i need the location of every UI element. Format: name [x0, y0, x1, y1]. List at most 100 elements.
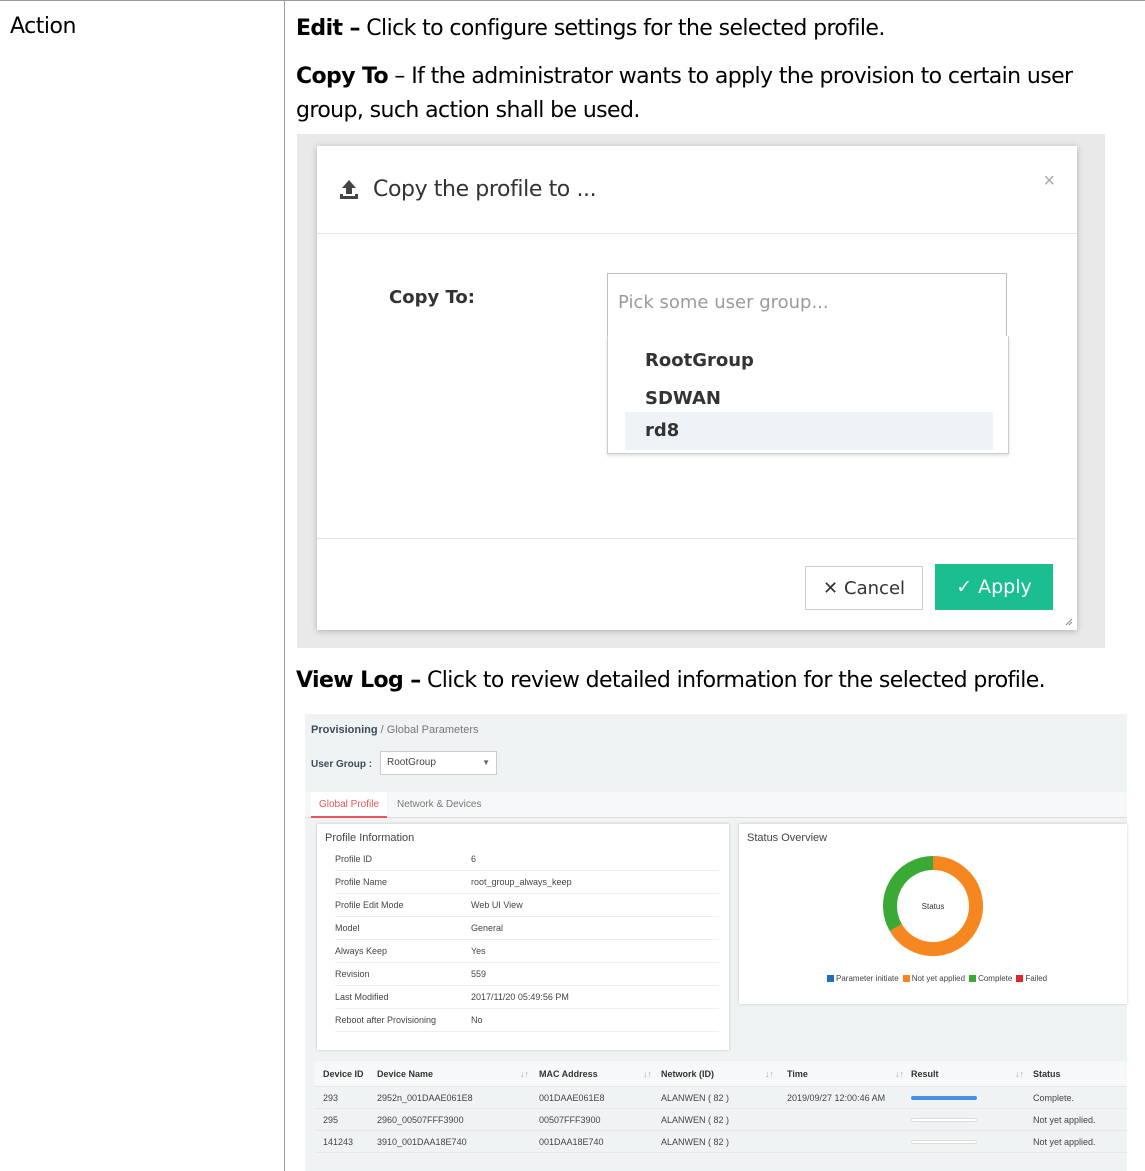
edit-text: Click to configure settings for the sele…	[359, 16, 885, 41]
col-status[interactable]: Status	[1033, 1061, 1061, 1087]
col-device-id[interactable]: Device ID	[323, 1061, 364, 1087]
info-row: Revision 559	[335, 963, 719, 986]
breadcrumb-root[interactable]: Provisioning	[311, 724, 378, 736]
copy-to-description: Copy To – If the administrator wants to …	[296, 60, 1126, 128]
row-header-action: Action	[10, 14, 76, 39]
cell-time: 2019/09/27 12:00:46 AM	[787, 1093, 886, 1103]
user-group-label: User Group :	[311, 759, 373, 770]
info-key: Model	[335, 923, 360, 933]
info-row: Model General	[335, 917, 719, 940]
user-group-picker[interactable]	[607, 273, 1007, 337]
result-progress-bar	[911, 1140, 977, 1144]
table-column-divider	[284, 1, 285, 1171]
view-log-screenshot: Provisioning / Global Parameters User Gr…	[305, 714, 1127, 1171]
legend-label: Complete	[978, 974, 1013, 983]
tab-global-profile[interactable]: Global Profile	[311, 792, 388, 818]
legend-swatch	[827, 975, 834, 983]
table-top-border	[0, 0, 1145, 1]
legend-label: Parameter initiate	[836, 974, 899, 983]
col-mac-address[interactable]: MAC Address	[539, 1061, 598, 1087]
legend-item: Failed	[1016, 974, 1047, 983]
table-row[interactable]: 293 2952n_001DAAE061E8 001DAAE061E8 ALAN…	[315, 1087, 1127, 1109]
sort-icon[interactable]: ↓↑	[765, 1061, 774, 1087]
apply-label: Apply	[978, 576, 1032, 598]
info-value: No	[471, 1015, 483, 1025]
col-device-name[interactable]: Device Name	[377, 1061, 433, 1087]
edit-description: Edit – Click to configure settings for t…	[296, 12, 1126, 46]
col-result[interactable]: Result	[911, 1061, 939, 1087]
dialog-title: Copy the profile to ...	[373, 177, 597, 202]
view-log-description: View Log – Click to review detailed info…	[296, 664, 1126, 698]
chevron-down-icon: ▼	[482, 758, 490, 767]
edit-term: Edit –	[296, 16, 361, 41]
copy-to-term: Copy To	[296, 64, 389, 89]
breadcrumb: Provisioning / Global Parameters	[311, 724, 479, 736]
copy-dialog-screenshot: Copy the profile to ... × Copy To: RootG…	[297, 134, 1105, 648]
info-value: 6	[471, 854, 477, 864]
dialog-header: Copy the profile to ... ×	[317, 146, 1077, 234]
view-log-term: View Log –	[296, 668, 421, 693]
close-icon[interactable]: ×	[1043, 170, 1055, 193]
user-group-search-input[interactable]	[618, 292, 988, 313]
cell-network: ALANWEN ( 82 )	[661, 1137, 730, 1147]
user-group-select[interactable]: RootGroup ▼	[380, 751, 497, 775]
info-value: root_group_always_keep	[471, 877, 572, 887]
table-row[interactable]: 295 2960_00507FFF3900 00507FFF3900 ALANW…	[315, 1109, 1127, 1131]
breadcrumb-page: Global Parameters	[386, 724, 479, 736]
cell-device-name: 2960_00507FFF3900	[377, 1115, 464, 1125]
legend-swatch	[1016, 975, 1024, 983]
info-value: 559	[471, 969, 487, 979]
cell-network: ALANWEN ( 82 )	[661, 1093, 730, 1103]
view-log-text: Click to review detailed information for…	[420, 668, 1046, 693]
cell-status: Complete.	[1033, 1093, 1075, 1103]
dialog-footer-divider	[317, 538, 1077, 539]
info-key: Profile Name	[335, 877, 388, 887]
cell-mac: 001DAAE061E8	[539, 1093, 605, 1103]
table-row[interactable]: 141243 3910_001DAA18E740 001DAA18E740 AL…	[315, 1131, 1127, 1153]
legend-swatch	[969, 975, 977, 983]
resize-grip-icon[interactable]	[1063, 616, 1073, 626]
cell-network: ALANWEN ( 82 )	[661, 1115, 730, 1125]
sort-icon[interactable]: ↓↑	[895, 1061, 904, 1087]
info-row: Reboot after Provisioning No	[335, 1009, 719, 1032]
legend-item: Complete	[969, 974, 1012, 983]
sort-icon[interactable]: ↓↑	[520, 1061, 529, 1087]
document-table: Action Edit – Click to configure setting…	[0, 0, 1145, 1171]
apply-button[interactable]: ✓ Apply	[935, 564, 1053, 610]
tab-network-devices[interactable]: Network & Devices	[389, 792, 489, 818]
legend-item: Parameter initiate	[827, 974, 899, 983]
profile-information-panel: Profile Information Profile ID 6 Profile …	[317, 824, 729, 1050]
info-value: Yes	[471, 946, 486, 956]
copy-profile-dialog: Copy the profile to ... × Copy To: RootG…	[317, 146, 1077, 630]
option-rootgroup[interactable]: RootGroup	[625, 342, 993, 380]
breadcrumb-separator: /	[377, 724, 387, 736]
info-row: Always Keep Yes	[335, 940, 719, 963]
cell-status: Not yet applied.	[1033, 1137, 1096, 1147]
profile-tabs: Global Profile Network & Devices	[305, 792, 1127, 818]
copy-to-text: – If the administrator wants to apply th…	[296, 64, 1073, 123]
sort-icon[interactable]: ↓↑	[643, 1061, 652, 1087]
result-progress-bar	[911, 1096, 977, 1100]
sort-icon[interactable]: ↓↑	[1015, 1061, 1024, 1087]
info-row: Profile Name root_group_always_keep	[335, 871, 719, 894]
info-row: Last Modified 2017/11/20 05:49:56 PM	[335, 986, 719, 1009]
info-value: Web UI View	[471, 900, 523, 910]
cell-device-id: 295	[323, 1115, 339, 1125]
info-key: Last Modified	[335, 992, 389, 1002]
close-icon: ✕	[822, 577, 839, 599]
info-key: Reboot after Provisioning	[335, 1015, 437, 1025]
cell-status: Not yet applied.	[1033, 1115, 1096, 1125]
status-overview-panel: Status Overview Status Parameter initiat…	[739, 824, 1127, 1004]
col-network[interactable]: Network (ID)	[661, 1061, 714, 1087]
info-key: Profile Edit Mode	[335, 900, 404, 910]
status-donut-chart: Status	[883, 856, 983, 956]
option-rd8[interactable]: rd8	[625, 412, 993, 450]
cell-device-name: 3910_001DAA18E740	[377, 1137, 467, 1147]
cancel-button[interactable]: ✕ Cancel	[805, 566, 923, 610]
upload-icon	[340, 180, 358, 199]
legend-label: Not yet applied	[911, 974, 966, 983]
col-time[interactable]: Time	[787, 1061, 808, 1087]
copy-to-label: Copy To:	[389, 287, 475, 308]
cell-mac: 00507FFF3900	[539, 1115, 601, 1125]
info-key: Revision	[335, 969, 370, 979]
